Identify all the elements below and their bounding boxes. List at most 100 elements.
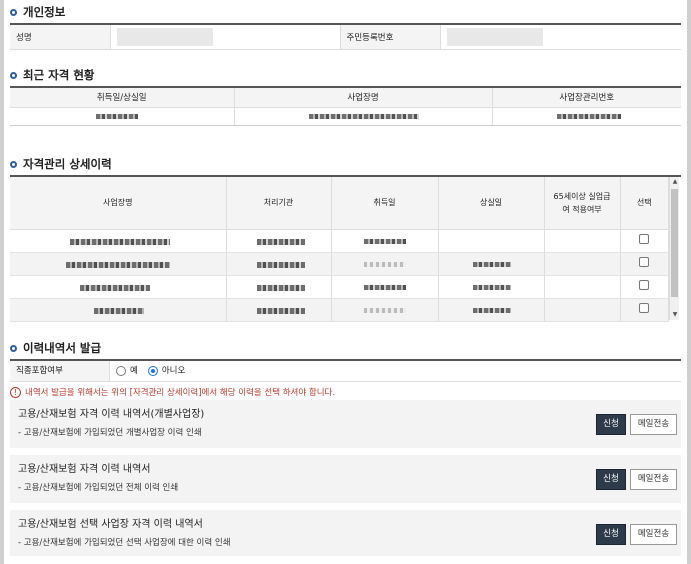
row-select-checkbox[interactable]	[639, 280, 650, 290]
table-cell	[234, 107, 493, 126]
redacted-text	[363, 284, 406, 290]
divider	[10, 359, 681, 361]
current-header-workplace: 사업장명	[234, 88, 493, 108]
detail-title: 자격관리 상세이력	[23, 157, 112, 171]
scroll-up-icon[interactable]: ▲	[671, 178, 679, 186]
send-mail-button[interactable]: 메일전송	[630, 469, 677, 490]
issue-section-title: 이력내역서 발급	[10, 340, 101, 356]
radio-yes[interactable]	[116, 366, 126, 376]
apply-button[interactable]: 신청	[596, 414, 626, 435]
personal-info-table: 성명 주민등록번호	[10, 25, 681, 50]
row-select-checkbox[interactable]	[639, 257, 650, 267]
table-cell	[492, 107, 681, 126]
doc-item: 고용/산재보험 자격 이력 내역서(개별사업장) - 고용/산재보험에 가입되었…	[10, 400, 681, 448]
doc-item: 고용/산재보험 선택 사업장 자격 이력 내역서 - 고용/산재보험에 가입되었…	[10, 510, 681, 556]
radio-no[interactable]	[147, 366, 158, 376]
detail-table: 사업장명 처리기관 취득일 상실일 65세이상 실업급여 적용여부 선택	[10, 177, 669, 322]
table-cell	[226, 229, 332, 253]
table-cell	[438, 275, 545, 299]
page: 개인정보 성명 주민등록번호 최근 자격 현황 취득일/상실일 사업장명 사업장…	[4, 0, 687, 564]
doc-item: 고용/산재보험 자격 이력 내역서 - 고용/산재보험에 가입되었던 전체 이력…	[10, 455, 681, 503]
table-cell	[10, 107, 235, 126]
current-section-title: 최근 자격 현황	[10, 67, 95, 83]
name-value	[110, 25, 340, 50]
table-cell	[620, 252, 669, 276]
scroll-down-icon[interactable]: ▼	[671, 311, 679, 319]
row-select-checkbox[interactable]	[639, 303, 650, 313]
redacted-text	[96, 113, 138, 119]
current-title: 최근 자격 현황	[23, 68, 95, 82]
current-header-date: 취득일/상실일	[10, 88, 235, 108]
issue-title: 이력내역서 발급	[23, 341, 102, 355]
redacted-text	[472, 307, 511, 313]
table-cell	[438, 298, 545, 322]
radio-yes-label[interactable]: 예	[130, 361, 138, 381]
table-row[interactable]	[10, 275, 669, 299]
divider	[10, 381, 681, 382]
detail-header-acquired: 취득일	[331, 177, 439, 230]
doc-desc: - 고용/산재보험에 가입되었던 선택 사업장에 대한 이력 인쇄	[18, 538, 231, 548]
doc-desc: - 고용/산재보험에 가입되었던 개별사업장 이력 인쇄	[18, 428, 202, 438]
redacted-text	[94, 307, 144, 314]
include-job-options: 예 아니오	[116, 361, 185, 381]
table-cell	[544, 275, 621, 299]
personal-section-title: 개인정보	[10, 4, 65, 20]
detail-header-lost: 상실일	[438, 177, 545, 230]
detail-scrollbar[interactable]: ▲ ▼	[669, 177, 679, 320]
redacted-text	[308, 113, 419, 119]
notice: ! 내역서 발급을 위해서는 위의 [자격관리 상세이력]에서 해당 이력을 선…	[10, 386, 335, 398]
detail-header-65plus: 65세이상 실업급여 적용여부	[544, 177, 621, 230]
apply-button[interactable]: 신청	[596, 524, 626, 545]
radio-no-label[interactable]: 아니오	[162, 361, 185, 381]
doc-title: 고용/산재보험 선택 사업장 자격 이력 내역서	[18, 519, 203, 530]
redacted-text	[363, 307, 406, 313]
scroll-thumb[interactable]	[671, 189, 678, 297]
redacted-text	[66, 261, 170, 268]
redacted-text	[256, 238, 305, 245]
rrn-value	[440, 25, 681, 50]
table-cell	[620, 229, 669, 253]
bullet-icon	[10, 344, 17, 352]
send-mail-button[interactable]: 메일전송	[630, 524, 677, 545]
detail-header-workplace: 사업장명	[10, 177, 227, 230]
table-cell	[10, 298, 227, 322]
table-cell	[10, 275, 227, 299]
bullet-icon	[10, 8, 17, 16]
table-row[interactable]	[10, 252, 669, 276]
current-header-number: 사업장관리번호	[492, 88, 681, 108]
table-cell	[226, 252, 332, 276]
send-mail-button[interactable]: 메일전송	[630, 414, 677, 435]
name-redacted	[116, 28, 213, 46]
apply-button[interactable]: 신청	[596, 469, 626, 490]
table-row[interactable]	[10, 298, 669, 322]
table-cell	[438, 252, 545, 276]
table-row[interactable]	[10, 229, 669, 253]
redacted-text	[363, 261, 406, 267]
redacted-text	[256, 307, 305, 314]
row-select-checkbox[interactable]	[639, 234, 650, 244]
table-cell	[226, 275, 332, 299]
redacted-text	[70, 238, 170, 245]
include-job-label: 직종포함여부	[10, 361, 110, 381]
table-cell	[620, 298, 669, 322]
table-cell	[620, 275, 669, 299]
bullet-icon	[10, 71, 17, 79]
current-table: 취득일/상실일 사업장명 사업장관리번호	[10, 88, 681, 126]
redacted-text	[472, 284, 511, 290]
redacted-text	[472, 261, 511, 267]
rrn-label: 주민등록번호	[339, 25, 441, 50]
name-label: 성명	[10, 25, 111, 50]
redacted-text	[556, 113, 621, 119]
table-cell	[438, 229, 545, 253]
doc-desc: - 고용/산재보험에 가입되었던 전체 이력 인쇄	[18, 483, 179, 493]
table-cell	[544, 298, 621, 322]
table-cell	[331, 298, 439, 322]
redacted-text	[256, 284, 305, 291]
detail-header-select: 선택	[620, 177, 669, 230]
table-cell	[544, 252, 621, 276]
redacted-text	[80, 284, 150, 291]
redacted-text	[363, 238, 406, 244]
table-cell	[331, 229, 439, 253]
personal-title: 개인정보	[23, 5, 66, 19]
detail-section-title: 자격관리 상세이력	[10, 156, 112, 172]
